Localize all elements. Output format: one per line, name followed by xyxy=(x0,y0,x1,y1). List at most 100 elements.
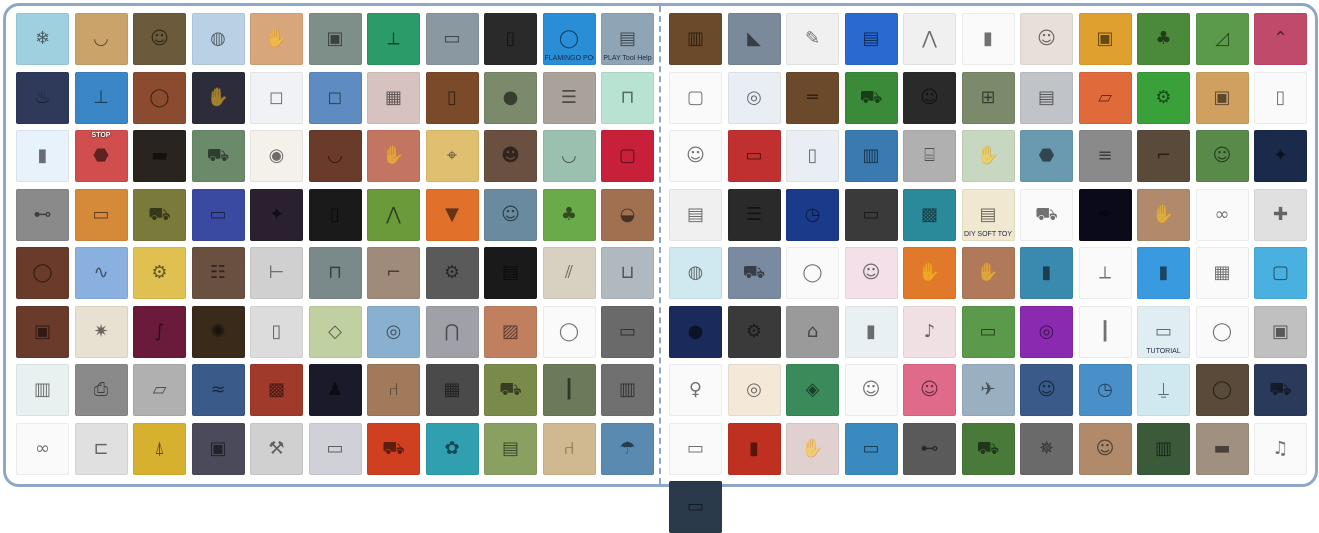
image-tile-gym-weights: ⊷ xyxy=(903,422,956,475)
nail-icon: ✦ xyxy=(268,203,285,225)
person-icon: ☺ xyxy=(1095,437,1115,459)
snowflake-icon: ❄ xyxy=(34,28,51,49)
board-icon: ▭ xyxy=(326,437,344,459)
image-tile-carved-mask: ☺ xyxy=(133,13,186,65)
image-tile-mirror-frame: ◎ xyxy=(367,305,420,358)
piano-icon: ▥ xyxy=(686,28,705,49)
cup-icon: ◻ xyxy=(269,86,284,108)
bus-icon: ▭ xyxy=(745,145,763,166)
person-icon: ☺ xyxy=(1037,379,1056,400)
image-tile-red-tractor: ⛟ xyxy=(484,364,537,416)
device-icon: ▢ xyxy=(618,145,637,166)
image-tile-paint-brush: ✎ xyxy=(786,13,839,65)
image-tile-film-strip: ▤ xyxy=(484,247,537,299)
image-tile-donuts: ◎ xyxy=(727,364,781,416)
clamp-icon: ⊏ xyxy=(93,437,109,459)
image-tile-hand-holding-bag: ✋ xyxy=(250,13,303,65)
image-tile-metal-bolt: ⊢ xyxy=(250,247,303,299)
image-tile-wall-lamp: ✺ xyxy=(191,305,245,358)
image-tile-tv-screen: ▭ xyxy=(191,188,245,241)
image-tile-hands-crafting: ✋ xyxy=(367,130,420,182)
robot-icon: ⚙ xyxy=(151,262,168,283)
wire-icon: ∿ xyxy=(93,262,109,283)
image-tile-helicopter: ✈ xyxy=(961,364,1015,416)
image-tile-pastry: ◒ xyxy=(601,188,654,241)
hand-icon: ✋ xyxy=(976,262,1000,283)
image-tile-playground: ◿ xyxy=(1195,13,1249,65)
image-tile-car-road: ⛟ xyxy=(191,130,245,182)
server-icon: ☰ xyxy=(745,203,763,225)
image-tile-fume-hood: ▤ xyxy=(1020,71,1073,124)
image-tile-chest-freezer: ▭ xyxy=(669,422,722,475)
image-tile-post-field: ┃ xyxy=(542,364,596,416)
chair-icon: ⑁ xyxy=(563,437,575,459)
person-icon: ☺ xyxy=(501,203,520,225)
knife-icon: ⫽ xyxy=(564,262,574,283)
image-tile-engine-part: ⚙ xyxy=(425,247,479,299)
image-tile-camera-tripod: ⋀ xyxy=(903,13,956,65)
person-icon: ☺ xyxy=(920,379,939,400)
dryer-icon: ⌐ xyxy=(1155,145,1172,166)
image-tile-machine-shop: ⚙ xyxy=(727,305,781,358)
wood-icon: ▨ xyxy=(501,320,520,342)
image-tile-tool-blade: ⚒ xyxy=(250,422,303,475)
purifier-icon: ▯ xyxy=(1275,86,1286,108)
image-tile-pool-float: ◯ FLAMINGO POOL NEEDS xyxy=(542,13,596,65)
ring-icon: ◯ xyxy=(32,262,53,283)
image-tile-pen: ✒ xyxy=(1078,188,1132,241)
image-tile-fruit-basket: ◻ xyxy=(308,71,362,124)
image-tile-scientist-lab: ☺ xyxy=(484,188,537,241)
image-tile-thermostat: ▥ xyxy=(16,364,69,416)
battery-icon: ▮ xyxy=(749,437,759,459)
image-tile-syringe: ⟂ xyxy=(367,13,420,65)
image-tile-lawn-mower: ⛟ xyxy=(1020,188,1073,241)
panel-divider xyxy=(659,6,661,484)
syringe-icon: ⟂ xyxy=(387,28,400,49)
machine-icon: ⚙ xyxy=(745,320,763,342)
image-tile-world-map: ⌖ xyxy=(425,130,479,182)
image-tile-air-purifier: ▯ xyxy=(1254,71,1307,124)
clock-icon: ◷ xyxy=(1097,379,1113,400)
image-tile-award-sign: ▤ xyxy=(669,188,722,241)
image-tile-trash-bin: ⊔ xyxy=(601,247,654,299)
ring-icon: ◯ xyxy=(558,28,580,49)
image-tile-pink-mic: ♪ xyxy=(903,305,956,358)
door-icon: ▯ xyxy=(271,320,282,342)
image-tile-ceramic-bowl: ◡ xyxy=(74,13,128,65)
band-icon: ◯ xyxy=(1211,379,1233,400)
freezer-icon: ▭ xyxy=(686,437,705,459)
glove-icon: ✋ xyxy=(918,262,941,283)
trash-icon: ⊔ xyxy=(620,262,635,283)
thermo-icon: ▥ xyxy=(33,379,52,400)
frame-icon: ▢ xyxy=(686,86,705,108)
image-tile-boxing-ring: ◯ xyxy=(16,247,69,299)
calendar-icon: ▦ xyxy=(1213,262,1231,283)
suitcase-icon: ▣ xyxy=(209,437,227,459)
image-tile-storage-bench: ▬ xyxy=(1195,422,1249,475)
image-tile-white-door: ▯ xyxy=(250,305,303,358)
syringe-icon: ⟂ xyxy=(1098,262,1112,283)
image-tile-gate: ⊞ xyxy=(961,71,1015,124)
image-tile-man-holding: ☺ xyxy=(1020,364,1073,416)
image-tile-pink-pendant: ♀ xyxy=(669,364,722,416)
machine-icon: ⚙ xyxy=(1155,86,1172,108)
wave-icon: ≈ xyxy=(210,379,226,400)
image-tile-orange-gloves: ✋ xyxy=(903,247,956,299)
flame-icon: ♨ xyxy=(34,86,51,108)
image-tile-grass-lawn: ⋀ xyxy=(367,188,420,241)
person-icon: ☺ xyxy=(861,262,881,283)
image-tile-bus-stop: ⬣ xyxy=(1020,130,1073,182)
people-icon: ☻ xyxy=(501,145,520,166)
image-tile-zipline: ∿ xyxy=(74,247,128,299)
drive-icon: ▣ xyxy=(1271,320,1290,342)
brush-icon: ✎ xyxy=(804,28,821,49)
image-tile-server-rack: ☰ xyxy=(727,188,781,241)
tile-caption: FLAMINGO POOL NEEDS xyxy=(544,55,594,62)
dish-icon: ◎ xyxy=(746,86,762,108)
car-icon: ⛟ xyxy=(742,262,766,283)
image-tile-girl-dress: ☺ xyxy=(903,364,956,416)
image-tile-dumbbell: ⊷ xyxy=(16,188,69,241)
suit-icon: ♟ xyxy=(326,379,344,400)
scarf-icon: ∫ xyxy=(154,320,165,342)
bowl-icon: ◡ xyxy=(327,145,343,166)
